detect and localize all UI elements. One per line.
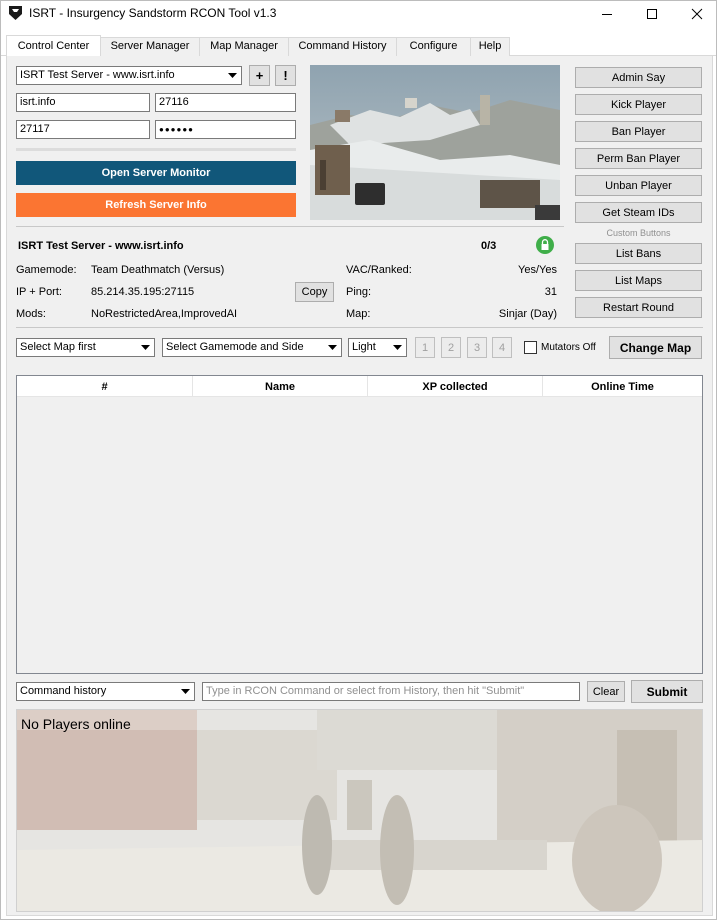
tab-configure[interactable]: Configure	[396, 37, 471, 56]
query-port-field[interactable]: 27116	[155, 93, 296, 112]
tab-strip: Control Center Server Manager Map Manage…	[1, 35, 716, 57]
list-bans-button[interactable]: List Bans	[575, 243, 702, 264]
isrt-logo-icon	[9, 6, 22, 20]
tab-server-manager[interactable]: Server Manager	[100, 37, 200, 56]
map-select-value: Select Map first	[20, 341, 96, 353]
title-bar[interactable]: ISRT - Insurgency Sandstorm RCON Tool v1…	[1, 1, 716, 27]
server-select-value: ISRT Test Server - www.isrt.info	[20, 69, 175, 81]
close-button[interactable]	[674, 1, 717, 27]
map-label: Map:	[346, 308, 371, 320]
table-header: # Name XP collected Online Time	[17, 376, 702, 397]
chevron-down-icon	[138, 340, 153, 355]
ip-port-value: 85.214.35.195:27115	[91, 286, 195, 298]
tab-command-history[interactable]: Command History	[288, 37, 397, 56]
list-maps-button[interactable]: List Maps	[575, 270, 702, 291]
ip-port-label: IP + Port:	[16, 286, 62, 298]
rcon-port-field[interactable]: 27117	[16, 120, 150, 139]
get-steam-ids-button[interactable]: Get Steam IDs	[575, 202, 702, 223]
lighting-select-value: Light	[352, 341, 376, 353]
tab-control-center[interactable]: Control Center	[6, 35, 101, 57]
server-select[interactable]: ISRT Test Server - www.isrt.info	[16, 66, 242, 85]
clear-button[interactable]: Clear	[587, 681, 625, 702]
slot-4-button[interactable]: 4	[492, 337, 512, 358]
column-header-name[interactable]: Name	[193, 376, 368, 397]
lock-icon	[536, 236, 554, 254]
server-name: ISRT Test Server - www.isrt.info	[18, 240, 184, 252]
ban-player-button[interactable]: Ban Player	[575, 121, 702, 142]
vac-ranked-label: VAC/Ranked:	[346, 264, 412, 276]
add-server-button[interactable]: +	[249, 65, 270, 86]
mods-value: NoRestrictedArea,ImprovedAI	[91, 308, 238, 320]
map-value: Sinjar (Day)	[498, 308, 557, 320]
divider	[16, 226, 564, 227]
minimize-button[interactable]	[584, 1, 630, 27]
players-table[interactable]: # Name XP collected Online Time	[16, 375, 703, 674]
map-select[interactable]: Select Map first	[16, 338, 155, 357]
copy-button[interactable]: Copy	[295, 282, 334, 302]
password-field[interactable]: ●●●●●●	[155, 120, 296, 139]
gamemode-select[interactable]: Select Gamemode and Side	[162, 338, 342, 357]
lighting-select[interactable]: Light	[348, 338, 407, 357]
custom-buttons-heading: Custom Buttons	[606, 228, 671, 238]
command-history-value: Command history	[20, 685, 107, 697]
maximize-icon	[647, 9, 657, 19]
log-message: No Players online	[21, 716, 131, 732]
submit-button[interactable]: Submit	[631, 680, 703, 703]
mutators-checkbox[interactable]	[524, 341, 537, 354]
gamemode-value: Team Deathmatch (Versus)	[91, 264, 225, 276]
divider	[16, 327, 703, 328]
vac-ranked-value: Yes/Yes	[518, 264, 557, 276]
refresh-server-info-button[interactable]: Refresh Server Info	[16, 193, 296, 217]
chevron-down-icon	[178, 684, 193, 699]
log-background-image	[17, 710, 702, 911]
tab-help[interactable]: Help	[470, 37, 510, 56]
chevron-down-icon	[390, 340, 405, 355]
chevron-down-icon	[325, 340, 340, 355]
tab-map-manager[interactable]: Map Manager	[199, 37, 289, 56]
map-preview-image	[310, 65, 560, 220]
maximize-button[interactable]	[629, 1, 675, 27]
admin-say-button[interactable]: Admin Say	[575, 67, 702, 88]
gamemode-label: Gamemode:	[16, 264, 77, 276]
restart-round-button[interactable]: Restart Round	[575, 297, 702, 318]
player-count: 0/3	[481, 240, 497, 252]
change-map-button[interactable]: Change Map	[609, 336, 702, 359]
host-field[interactable]: isrt.info	[16, 93, 150, 112]
command-history-select[interactable]: Command history	[16, 682, 195, 701]
rcon-command-input[interactable]: Type in RCON Command or select from Hist…	[202, 682, 580, 701]
close-icon	[691, 8, 703, 20]
control-center-panel: ISRT Test Server - www.isrt.info + ! isr…	[6, 56, 713, 916]
open-server-monitor-button[interactable]: Open Server Monitor	[16, 161, 296, 185]
minimize-icon	[602, 14, 612, 15]
chevron-down-icon	[225, 68, 240, 83]
slot-1-button[interactable]: 1	[415, 337, 435, 358]
gamemode-select-value: Select Gamemode and Side	[166, 341, 304, 353]
ping-value: 31	[544, 286, 557, 298]
progress-bar	[16, 148, 296, 151]
slot-3-button[interactable]: 3	[467, 337, 487, 358]
ping-label: Ping:	[346, 286, 372, 298]
column-header-number[interactable]: #	[17, 376, 193, 397]
perm-ban-player-button[interactable]: Perm Ban Player	[575, 148, 702, 169]
column-header-xp[interactable]: XP collected	[368, 376, 543, 397]
window-title: ISRT - Insurgency Sandstorm RCON Tool v1…	[29, 6, 277, 20]
unban-player-button[interactable]: Unban Player	[575, 175, 702, 196]
slot-2-button[interactable]: 2	[441, 337, 461, 358]
mods-label: Mods:	[16, 308, 46, 320]
kick-player-button[interactable]: Kick Player	[575, 94, 702, 115]
app-window: ISRT - Insurgency Sandstorm RCON Tool v1…	[0, 0, 717, 920]
column-header-online-time[interactable]: Online Time	[543, 376, 702, 397]
mutators-label: Mutators Off	[541, 342, 596, 353]
output-log[interactable]: No Players online	[16, 709, 703, 912]
alert-button[interactable]: !	[275, 65, 296, 86]
